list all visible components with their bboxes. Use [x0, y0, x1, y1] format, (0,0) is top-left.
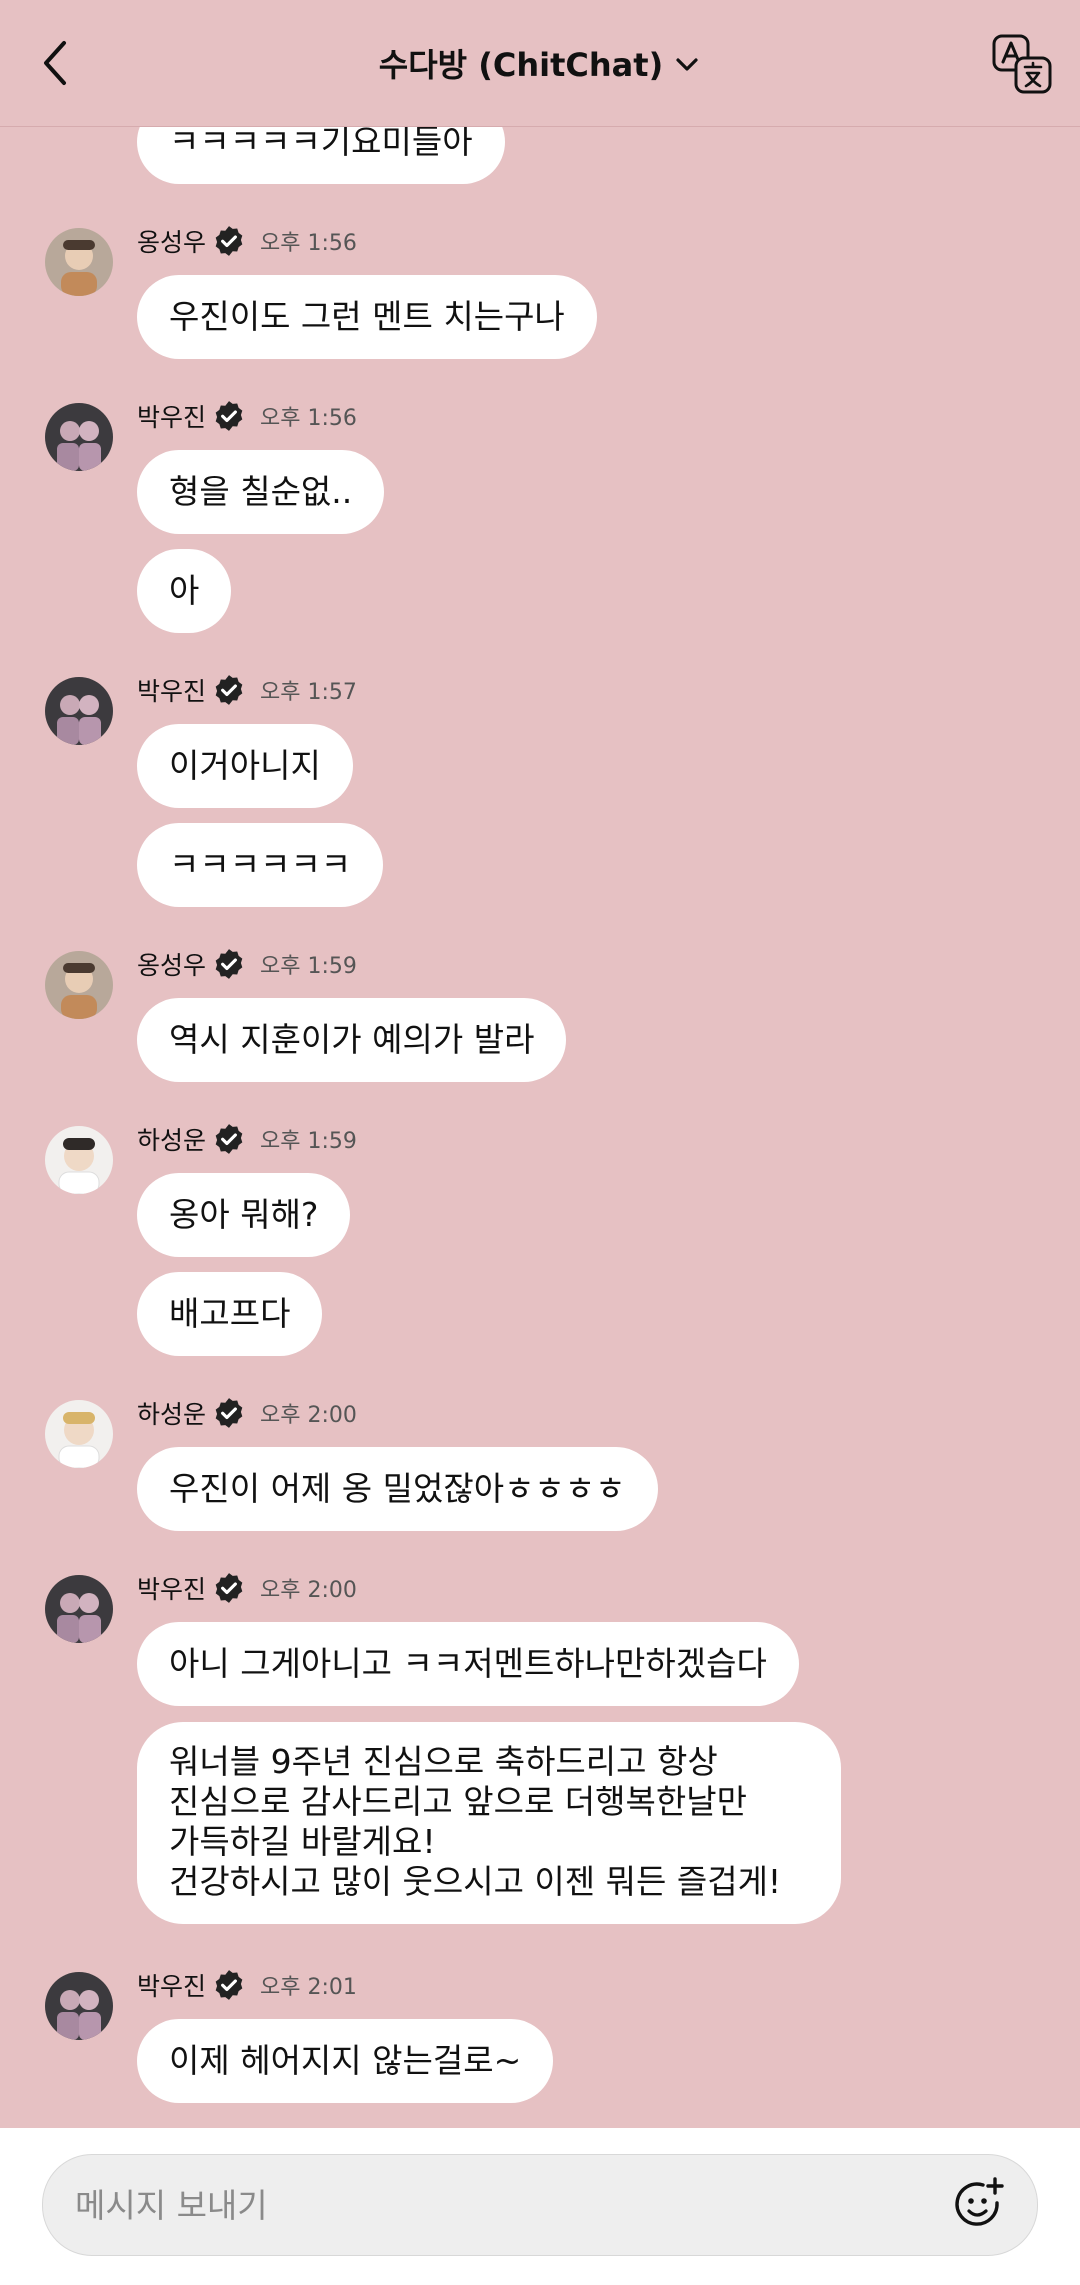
message-time: 오후 2:01 — [260, 1975, 357, 2000]
message-bubble[interactable]: ㅋㅋㅋㅋㅋㅋ — [137, 823, 384, 907]
translate-button[interactable] — [990, 32, 1054, 96]
verified-badge-icon — [215, 675, 243, 705]
back-button[interactable] — [26, 33, 86, 93]
message-time: 오후 2:00 — [260, 1403, 357, 1428]
composer-area — [0, 2128, 1080, 2285]
verified-badge-icon — [215, 401, 243, 431]
verified-badge-icon — [215, 1573, 243, 1603]
avatar[interactable] — [45, 1575, 113, 1643]
emoji-add-icon[interactable] — [947, 2173, 1011, 2237]
message-composer — [42, 2154, 1038, 2256]
sender-name: 옹성우 — [137, 228, 207, 257]
avatar[interactable] — [45, 677, 113, 745]
message-time: 오후 1:57 — [260, 680, 357, 705]
verified-badge-icon — [215, 1398, 243, 1428]
message-input[interactable] — [73, 2184, 947, 2226]
chevron-down-icon — [676, 58, 698, 71]
chat-title: 수다방 (ChitChat) — [378, 46, 664, 84]
message-bubble[interactable]: 옹아 뭐해? — [137, 1173, 351, 1257]
translate-icon — [992, 34, 1052, 94]
message-bubble[interactable]: 아니 그게아니고 ㅋㅋ저멘트하나만하겠습다 — [137, 1622, 799, 1706]
chat-message-list[interactable]: ㅋㅋㅋㅋㅋ기요미들아 옹성우 오후 1:56 우진이도 그런 멘트 치는구나 박… — [0, 0, 1080, 2128]
sender-name: 박우진 — [137, 1972, 207, 2001]
message-bubble[interactable]: 우진이 어제 옹 밀었잖아ㅎㅎㅎㅎ — [137, 1447, 658, 1531]
message-bubble[interactable]: 역시 지훈이가 예의가 발라 — [137, 998, 567, 1082]
avatar[interactable] — [45, 1400, 113, 1468]
chat-header: 수다방 (ChitChat) — [0, 0, 1080, 127]
verified-badge-icon — [215, 1970, 243, 2000]
message-bubble[interactable]: 배고프다 — [137, 1272, 323, 1356]
avatar[interactable] — [45, 1972, 113, 2040]
message-bubble[interactable]: 이제 헤어지지 않는걸로~ — [137, 2019, 554, 2103]
avatar[interactable] — [45, 228, 113, 296]
sender-name: 하성운 — [137, 1126, 207, 1155]
avatar[interactable] — [45, 1126, 113, 1194]
sender-name: 박우진 — [137, 403, 207, 432]
message-bubble[interactable]: 워너블 9주년 진심으로 축하드리고 항상 진심으로 감사드리고 앞으로 더행복… — [137, 1722, 841, 1924]
verified-badge-icon — [215, 226, 243, 256]
message-time: 오후 2:00 — [260, 1578, 357, 1603]
sender-name: 하성운 — [137, 1400, 207, 1429]
message-time: 오후 1:59 — [260, 1129, 357, 1154]
verified-badge-icon — [215, 949, 243, 979]
avatar[interactable] — [45, 403, 113, 471]
message-bubble[interactable]: 형을 칠순없.. — [137, 450, 385, 534]
message-bubble[interactable]: 이거아니지 — [137, 724, 353, 808]
avatar[interactable] — [45, 951, 113, 1019]
message-bubble[interactable]: 아 — [137, 549, 232, 633]
sender-name: 박우진 — [137, 1575, 207, 1604]
message-time: 오후 1:56 — [260, 406, 357, 431]
chevron-left-icon — [44, 41, 66, 85]
message-bubble[interactable]: 우진이도 그런 멘트 치는구나 — [137, 275, 597, 359]
chat-title-dropdown[interactable]: 수다방 (ChitChat) — [379, 40, 701, 86]
sender-name: 박우진 — [137, 677, 207, 706]
verified-badge-icon — [215, 1124, 243, 1154]
sender-name: 옹성우 — [137, 951, 207, 980]
message-time: 오후 1:56 — [260, 231, 357, 256]
message-time: 오후 1:59 — [260, 954, 357, 979]
